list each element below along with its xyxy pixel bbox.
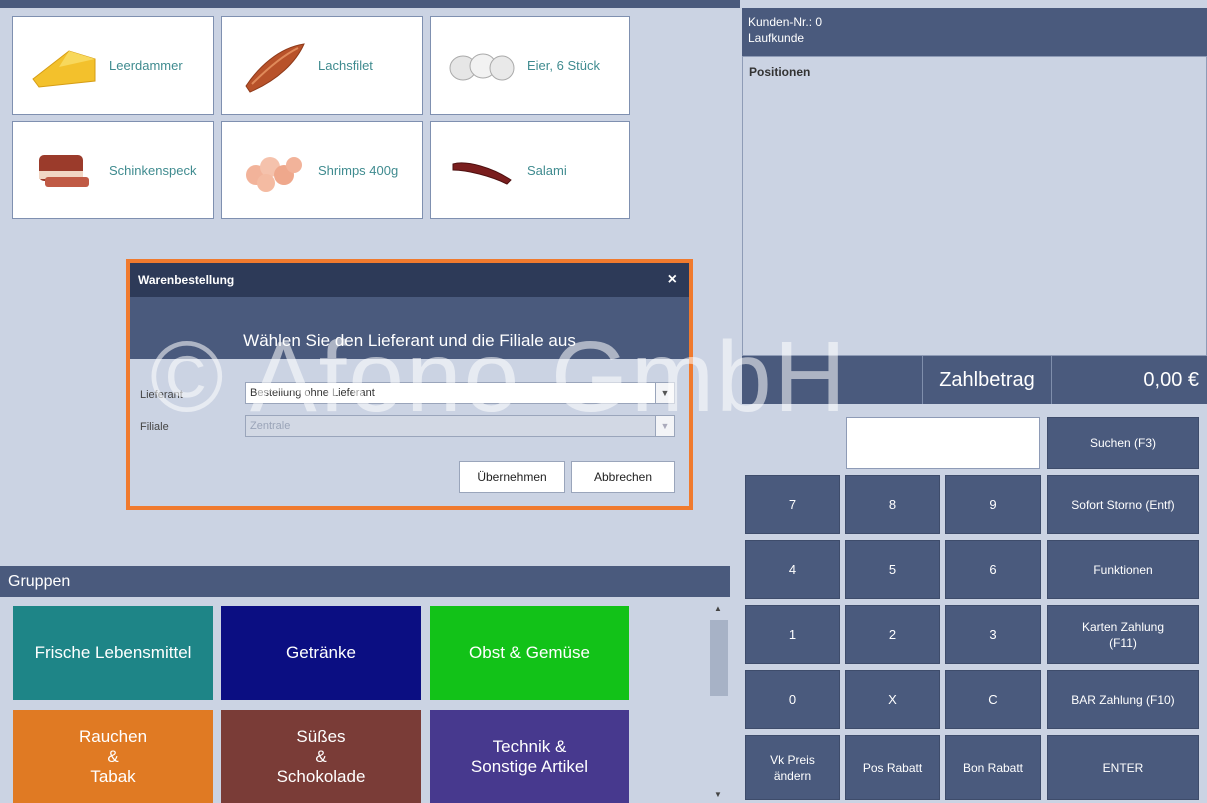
group-suesses-schokolade[interactable]: Süßes & Schokolade <box>221 710 421 803</box>
key-8[interactable]: 8 <box>845 475 940 534</box>
bacon-icon <box>25 139 103 201</box>
storno-button[interactable]: Sofort Storno (Entf) <box>1047 475 1199 534</box>
total-label: Zahlbetrag <box>939 368 1035 391</box>
key-1[interactable]: 1 <box>745 605 840 664</box>
key-3[interactable]: 3 <box>945 605 1041 664</box>
total-bar: Zahlbetrag 0,00 € <box>742 356 1207 404</box>
product-label: Salami <box>527 162 567 178</box>
card-payment-button[interactable]: Karten Zahlung (F11) <box>1047 605 1199 664</box>
functions-button[interactable]: Funktionen <box>1047 540 1199 599</box>
positions-list[interactable]: Positionen <box>742 56 1207 356</box>
cancel-button[interactable]: Abbrechen <box>571 461 675 493</box>
key-0[interactable]: 0 <box>745 670 840 729</box>
key-2[interactable]: 2 <box>845 605 940 664</box>
supplier-value: Bestellung ohne Lieferant <box>250 387 375 399</box>
salami-icon <box>443 139 521 201</box>
key-c[interactable]: C <box>945 670 1041 729</box>
supplier-select[interactable]: Bestellung ohne Lieferant ▼ <box>245 382 675 404</box>
pos-discount-button[interactable]: Pos Rabatt <box>845 735 940 800</box>
top-bar <box>0 0 740 8</box>
customer-header: Kunden-Nr.: 0 Laufkunde <box>742 8 1207 56</box>
key-9[interactable]: 9 <box>945 475 1041 534</box>
dialog-heading: Wählen Sie den Lieferant und die Filiale… <box>243 331 576 350</box>
chevron-down-icon[interactable]: ▼ <box>655 383 674 403</box>
product-tile-eier[interactable]: Eier, 6 Stück <box>430 16 630 115</box>
product-tile-shrimps[interactable]: Shrimps 400g <box>221 121 423 219</box>
close-icon[interactable]: × <box>668 271 677 289</box>
group-frische-lebensmittel[interactable]: Frische Lebensmittel <box>13 606 213 700</box>
group-rauchen-tabak[interactable]: Rauchen & Tabak <box>13 710 213 803</box>
amount-input[interactable] <box>846 417 1040 469</box>
key-6[interactable]: 6 <box>945 540 1041 599</box>
scroll-up-icon[interactable]: ▲ <box>714 604 722 613</box>
product-label: Eier, 6 Stück <box>527 58 600 73</box>
scroll-thumb[interactable] <box>710 620 728 696</box>
group-getraenke[interactable]: Getränke <box>221 606 421 700</box>
key-7[interactable]: 7 <box>745 475 840 534</box>
shrimps-icon <box>234 139 312 201</box>
branch-value: Zentrale <box>250 420 291 432</box>
group-technik-sonstige[interactable]: Technik & Sonstige Artikel <box>430 710 629 803</box>
dialog-titlebar: Warenbestellung × <box>130 263 689 297</box>
group-obst-gemuese[interactable]: Obst & Gemüse <box>430 606 629 700</box>
key-5[interactable]: 5 <box>845 540 940 599</box>
product-tile-leerdammer[interactable]: Leerdammer <box>12 16 214 115</box>
bon-discount-button[interactable]: Bon Rabatt <box>945 735 1041 800</box>
vk-price-button[interactable]: Vk Preis ändern <box>745 735 840 800</box>
customer-name: Laufkunde <box>748 31 805 45</box>
key-4[interactable]: 4 <box>745 540 840 599</box>
positions-title: Positionen <box>749 65 811 79</box>
dialog-title: Warenbestellung <box>138 273 235 287</box>
product-label: Lachsfilet <box>318 58 373 73</box>
product-tile-salami[interactable]: Salami <box>430 121 630 219</box>
total-amount: 0,00 € <box>1143 368 1199 391</box>
key-x[interactable]: X <box>845 670 940 729</box>
product-tile-schinkenspeck[interactable]: Schinkenspeck <box>12 121 214 219</box>
groups-scrollbar[interactable]: ▲ ▼ <box>708 600 730 803</box>
scroll-down-icon[interactable]: ▼ <box>714 790 722 799</box>
supplier-label: Lieferant <box>140 389 183 401</box>
search-button[interactable]: Suchen (F3) <box>1047 417 1199 469</box>
salmon-icon <box>234 35 312 97</box>
groups-header: Gruppen <box>0 566 730 597</box>
product-label: Schinkenspeck <box>109 162 197 178</box>
customer-number: Kunden-Nr.: 0 <box>748 15 823 29</box>
cheese-icon <box>25 35 103 97</box>
apply-button[interactable]: Übernehmen <box>459 461 565 493</box>
product-label: Shrimps 400g <box>318 162 399 178</box>
product-label: Leerdammer <box>109 58 183 73</box>
cash-payment-button[interactable]: BAR Zahlung (F10) <box>1047 670 1199 729</box>
branch-label: Filiale <box>140 421 169 433</box>
dialog-banner: Wählen Sie den Lieferant und die Filiale… <box>130 297 689 359</box>
chevron-down-icon: ▼ <box>655 416 674 436</box>
groups-title: Gruppen <box>8 572 71 590</box>
enter-button[interactable]: ENTER <box>1047 735 1199 800</box>
order-dialog: Warenbestellung × Wählen Sie den Liefera… <box>126 259 693 510</box>
total-label-box: Zahlbetrag <box>922 356 1052 404</box>
branch-select: Zentrale ▼ <box>245 415 675 437</box>
product-tile-lachsfilet[interactable]: Lachsfilet <box>221 16 423 115</box>
eggs-icon <box>443 35 521 97</box>
